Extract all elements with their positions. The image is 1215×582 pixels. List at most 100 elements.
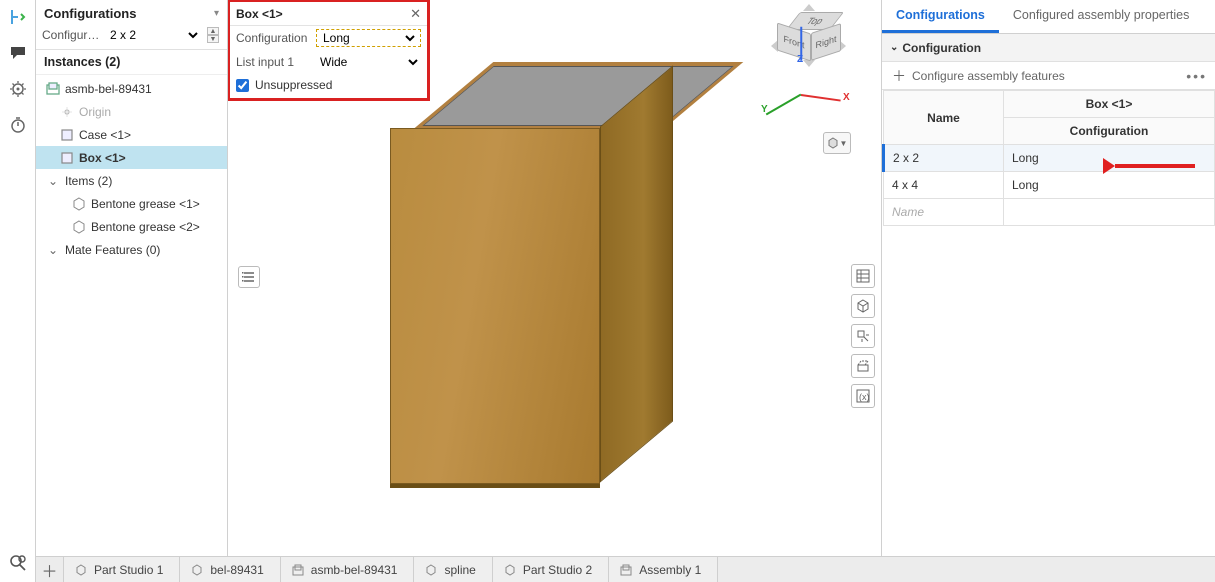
origin-icon	[60, 105, 74, 119]
exploded-view-icon[interactable]	[851, 324, 875, 348]
tree-box-row[interactable]: Box <1>	[36, 146, 227, 169]
tree-items-row[interactable]: ⌄ Items (2)	[36, 169, 227, 192]
tree-label: Bentone grease <1>	[91, 197, 200, 211]
svg-text:(x): (x)	[859, 392, 870, 402]
tree-label: Bentone grease <2>	[91, 220, 200, 234]
tab-configured-properties[interactable]: Configured assembly properties	[999, 0, 1203, 33]
config-stepper[interactable]: ▲ ▼	[207, 27, 219, 43]
popup-list-select[interactable]: Wide	[316, 54, 421, 70]
tree-origin-row[interactable]: Origin	[36, 100, 227, 123]
feature-list-icon[interactable]	[238, 266, 260, 288]
configuration-section-header[interactable]: ⌄ Configuration	[882, 34, 1215, 62]
chevron-down-icon: ⌄	[890, 42, 898, 53]
item-icon	[72, 220, 86, 234]
col-group-header: Box <1>	[1004, 91, 1215, 118]
popup-config-select[interactable]: Long	[319, 30, 418, 46]
popup-config-label: Configuration	[236, 31, 312, 45]
tree-item-row[interactable]: Bentone grease <2>	[36, 215, 227, 238]
part-icon	[60, 151, 74, 165]
isometric-icon[interactable]	[851, 294, 875, 318]
doc-tab[interactable]: Part Studio 1	[64, 557, 180, 582]
doc-tab[interactable]: Part Studio 2	[493, 557, 609, 582]
viewport-3d[interactable]: Box <1> ✕ Configuration Long List input …	[228, 0, 881, 582]
doc-tab[interactable]: asmb-bel-89431	[281, 557, 415, 582]
axis-triad: Z X Y	[767, 60, 847, 120]
popup-list-label: List input 1	[236, 55, 312, 69]
tree-asm-row[interactable]: asmb-bel-89431	[36, 77, 227, 100]
new-row-config[interactable]	[1004, 199, 1215, 226]
insert-feature-icon[interactable]	[7, 6, 29, 28]
right-panel: Configurations Configured assembly prope…	[881, 0, 1215, 582]
axis-z-label: Z	[797, 54, 803, 65]
left-panel: Configurations ▾ Configurati… 2 x 2 ▲ ▼ …	[36, 0, 228, 582]
part-studio-icon	[424, 563, 438, 577]
col-name-header: Name	[884, 91, 1004, 145]
tree-case-row[interactable]: Case <1>	[36, 123, 227, 146]
view-cube[interactable]: Top Front Right Z X Y	[761, 6, 851, 116]
configurations-title: Configurations	[44, 6, 136, 21]
unsuppressed-label: Unsuppressed	[255, 78, 332, 92]
table-new-row[interactable]: Name	[884, 199, 1215, 226]
configure-assembly-features-button[interactable]: ＋ Configure assembly features	[882, 62, 1215, 90]
close-icon[interactable]: ✕	[410, 6, 421, 22]
tree-label: Case <1>	[79, 128, 131, 142]
stopwatch-icon[interactable]	[7, 114, 29, 136]
instance-config-popup: Box <1> ✕ Configuration Long List input …	[228, 0, 430, 101]
assembly-icon	[619, 563, 633, 577]
item-icon	[72, 197, 86, 211]
unsuppressed-checkbox[interactable]	[236, 79, 249, 92]
step-up-icon[interactable]: ▲	[207, 27, 219, 35]
new-row-name-input[interactable]: Name	[884, 199, 1004, 226]
doc-tab-label: bel-89431	[210, 563, 263, 577]
axis-x-label: X	[843, 92, 850, 103]
tree-label: Mate Features (0)	[65, 243, 160, 257]
more-menu-icon[interactable]: •••	[1186, 68, 1207, 84]
cell-config[interactable]: Long	[1004, 172, 1215, 199]
variable-table-icon[interactable]: (x)	[851, 384, 875, 408]
cell-name[interactable]: 2 x 2	[884, 145, 1004, 172]
doc-tab[interactable]: spline	[414, 557, 492, 582]
part-studio-icon	[74, 563, 88, 577]
chevron-down-icon[interactable]: ⌄	[46, 174, 60, 188]
gear-history-icon[interactable]	[7, 78, 29, 100]
section-view-icon[interactable]	[851, 354, 875, 378]
tree-item-row[interactable]: Bentone grease <1>	[36, 192, 227, 215]
tree-label: Items (2)	[65, 174, 112, 188]
model-box	[440, 48, 740, 478]
doc-tab-label: Part Studio 2	[523, 563, 592, 577]
config-dropdown[interactable]: 2 x 2	[106, 27, 201, 43]
doc-tab-label: spline	[444, 563, 475, 577]
document-tabs: ＋ Part Studio 1 bel-89431 asmb-bel-89431…	[36, 556, 1215, 582]
assembly-icon	[46, 82, 60, 96]
step-down-icon[interactable]: ▼	[207, 35, 219, 43]
doc-tab-label: asmb-bel-89431	[311, 563, 398, 577]
plus-icon: ＋	[892, 66, 906, 86]
table-row[interactable]: 4 x 4 Long	[884, 172, 1215, 199]
configuration-section-title: Configuration	[902, 41, 981, 55]
instance-tree: asmb-bel-89431 Origin Case <1> Box <1>	[36, 75, 227, 582]
tree-label: asmb-bel-89431	[65, 82, 152, 96]
part-studio-icon	[190, 563, 204, 577]
tree-mates-row[interactable]: ⌄ Mate Features (0)	[36, 238, 227, 261]
doc-tab[interactable]: Assembly 1	[609, 557, 718, 582]
part-icon	[60, 128, 74, 142]
instances-header: Instances (2)	[36, 50, 227, 75]
display-mode-dropdown[interactable]: ▼	[823, 132, 851, 154]
viewcube-arrow-up-icon[interactable]	[803, 4, 815, 11]
cell-name[interactable]: 4 x 4	[884, 172, 1004, 199]
viewport-right-toolbar: (x)	[851, 264, 875, 408]
comment-icon[interactable]	[7, 42, 29, 64]
left-vertical-toolbar	[0, 0, 36, 582]
configure-assembly-features-label: Configure assembly features	[912, 69, 1065, 83]
review-search-icon[interactable]	[7, 552, 29, 574]
add-tab-button[interactable]: ＋	[36, 557, 64, 582]
chevron-down-icon[interactable]: ⌄	[46, 243, 60, 257]
assembly-icon	[291, 563, 305, 577]
tree-label: Origin	[79, 105, 111, 119]
doc-tab[interactable]: bel-89431	[180, 557, 280, 582]
bom-icon[interactable]	[851, 264, 875, 288]
tree-label: Box <1>	[79, 151, 126, 165]
tab-configurations[interactable]: Configurations	[882, 0, 999, 33]
collapse-icon[interactable]: ▾	[214, 8, 219, 19]
config-dropdown-label: Configurati…	[42, 28, 102, 42]
